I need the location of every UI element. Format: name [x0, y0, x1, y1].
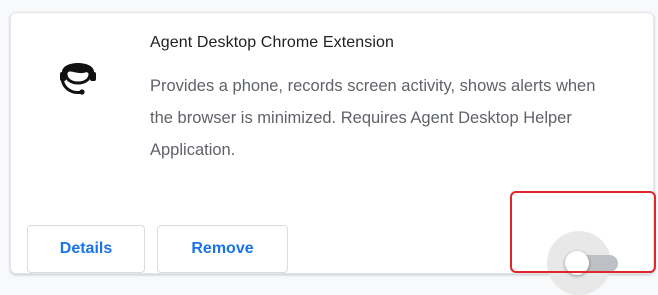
- extension-name: Agent Desktop Chrome Extension: [150, 34, 395, 51]
- headset-agent-icon: [60, 63, 96, 95]
- extension-description: Provides a phone, records screen activit…: [150, 77, 596, 159]
- highlight-box: [510, 191, 656, 273]
- details-button[interactable]: Details: [27, 225, 145, 273]
- remove-button[interactable]: Remove: [157, 225, 288, 273]
